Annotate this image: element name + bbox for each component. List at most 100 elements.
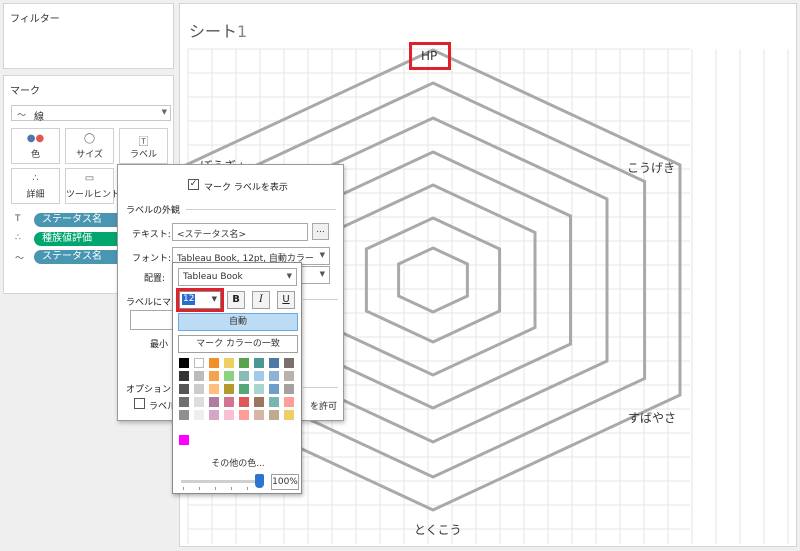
- options-checkbox-label-tail: を許可: [310, 402, 338, 412]
- color-swatch[interactable]: [284, 384, 294, 394]
- color-swatch[interactable]: [179, 410, 189, 420]
- color-swatch[interactable]: [284, 410, 294, 420]
- italic-button[interactable]: I: [252, 291, 270, 309]
- label-text-field[interactable]: <ステータス名>: [172, 223, 308, 241]
- pill-status-name-path[interactable]: ステータス名: [34, 250, 124, 264]
- underline-button[interactable]: U: [277, 291, 295, 309]
- detail-button-label: 詳細: [26, 190, 45, 200]
- font-family-select[interactable]: Tableau Book ▼: [178, 268, 297, 286]
- color-swatch[interactable]: [269, 371, 279, 381]
- color-swatch[interactable]: [224, 397, 234, 407]
- color-swatch[interactable]: [209, 397, 219, 407]
- radar-ring-2: [364, 216, 502, 344]
- color-swatch[interactable]: [224, 384, 234, 394]
- more-colors-link[interactable]: その他の色...: [173, 456, 303, 469]
- appearance-section-title: ラベルの外観: [126, 206, 181, 216]
- show-labels-label: マーク ラベルを表示: [204, 183, 288, 193]
- chevron-down-icon: ▼: [319, 251, 325, 259]
- path-icon: 〜: [15, 254, 25, 264]
- color-swatch[interactable]: [209, 358, 219, 368]
- color-swatch[interactable]: [254, 384, 264, 394]
- custom-color-swatch[interactable]: [179, 435, 189, 445]
- detail-icon: ∴: [15, 233, 21, 243]
- size-highlight-box: [176, 288, 224, 312]
- color-button[interactable]: ●● 色: [11, 128, 60, 164]
- detail-icon: ∴: [32, 173, 39, 184]
- color-swatch[interactable]: [269, 397, 279, 407]
- color-swatch[interactable]: [179, 397, 189, 407]
- color-swatch[interactable]: [284, 371, 294, 381]
- section-divider: [303, 387, 338, 388]
- font-field-label: フォント:: [132, 254, 172, 264]
- color-swatch[interactable]: [269, 410, 279, 420]
- bold-button[interactable]: B: [227, 291, 245, 309]
- color-swatch[interactable]: [209, 371, 219, 381]
- color-swatch[interactable]: [179, 358, 189, 368]
- pill-status-name[interactable]: ステータス名: [34, 213, 124, 227]
- color-swatch[interactable]: [239, 397, 249, 407]
- color-swatch[interactable]: [194, 371, 204, 381]
- color-swatch[interactable]: [284, 397, 294, 407]
- color-swatch[interactable]: [239, 358, 249, 368]
- label-marks-box[interactable]: [130, 310, 175, 330]
- chevron-down-icon: ▼: [319, 270, 325, 278]
- section-divider: [303, 299, 338, 300]
- color-swatch[interactable]: [179, 371, 189, 381]
- color-button-label: 色: [30, 150, 40, 160]
- font-family-value: Tableau Book: [183, 272, 243, 282]
- color-swatch[interactable]: [194, 358, 204, 368]
- color-swatch[interactable]: [254, 358, 264, 368]
- axis-label-speed: すばやさ: [628, 411, 677, 425]
- opacity-value[interactable]: 100%: [271, 474, 299, 490]
- edit-text-button[interactable]: ...: [312, 223, 329, 240]
- match-mark-color-button[interactable]: マーク カラーの一致: [178, 335, 298, 353]
- filters-card[interactable]: フィルター: [3, 3, 174, 69]
- opacity-slider-handle[interactable]: [255, 474, 264, 488]
- color-swatch[interactable]: [239, 410, 249, 420]
- filters-title: フィルター: [10, 14, 60, 25]
- color-swatch[interactable]: [224, 410, 234, 420]
- color-swatch[interactable]: [194, 410, 204, 420]
- tooltip-button[interactable]: ▭ ツールヒント: [65, 168, 121, 204]
- label-button[interactable]: 🅃 ラベル: [119, 128, 168, 164]
- detail-button[interactable]: ∴ 詳細: [11, 168, 60, 204]
- options-section-title: オプション: [126, 385, 172, 395]
- mark-type-select[interactable]: 〜 線 ▼: [11, 105, 171, 123]
- radar-ring-3: [329, 183, 537, 377]
- section-divider: [186, 209, 336, 210]
- slider-tick: [199, 487, 200, 490]
- marks-title: マーク: [10, 86, 40, 97]
- color-swatch[interactable]: [209, 384, 219, 394]
- slider-tick: [231, 487, 232, 490]
- opacity-slider-track[interactable]: [181, 480, 261, 483]
- color-swatch[interactable]: [194, 384, 204, 394]
- axis-label-sp-attack: とくこう: [414, 523, 462, 537]
- color-swatch[interactable]: [254, 397, 264, 407]
- alignment-select[interactable]: ▼: [298, 266, 330, 284]
- slider-tick: [215, 487, 216, 490]
- color-swatch[interactable]: [269, 384, 279, 394]
- color-swatch[interactable]: [239, 384, 249, 394]
- radar-ring-1: [397, 246, 469, 314]
- tooltip-button-label: ツールヒント: [66, 190, 121, 200]
- color-swatch[interactable]: [284, 358, 294, 368]
- color-swatch[interactable]: [209, 410, 219, 420]
- tooltip-icon: ▭: [84, 173, 95, 184]
- label-button-label: ラベル: [129, 150, 157, 160]
- color-dots-icon: ●●: [26, 133, 45, 144]
- color-swatch[interactable]: [254, 410, 264, 420]
- color-swatch[interactable]: [179, 384, 189, 394]
- size-button[interactable]: ◯ サイズ: [65, 128, 114, 164]
- color-swatch[interactable]: [224, 371, 234, 381]
- color-swatch[interactable]: [224, 358, 234, 368]
- options-checkbox[interactable]: [134, 398, 145, 409]
- axis-label-attack: こうげき: [627, 161, 676, 175]
- color-swatch[interactable]: [269, 358, 279, 368]
- auto-color-button[interactable]: 自動: [178, 313, 298, 331]
- line-chart-icon: 〜: [17, 111, 27, 121]
- chevron-down-icon: ▼: [286, 272, 292, 280]
- show-labels-checkbox[interactable]: ✓: [188, 179, 199, 190]
- color-swatch[interactable]: [254, 371, 264, 381]
- color-swatch[interactable]: [194, 397, 204, 407]
- color-swatch[interactable]: [239, 371, 249, 381]
